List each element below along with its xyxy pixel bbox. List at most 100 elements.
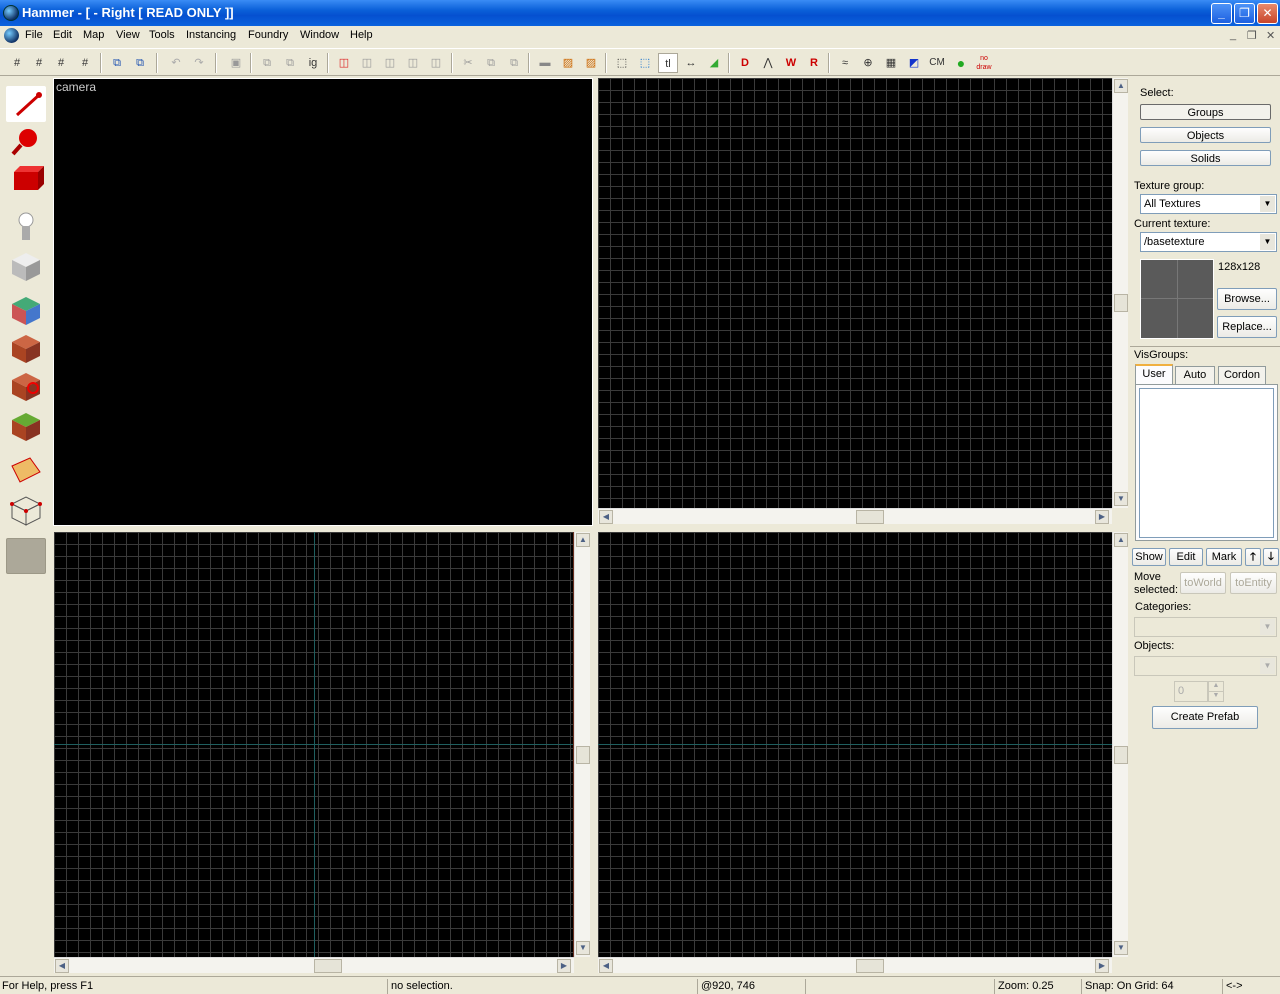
selection-tool[interactable] xyxy=(6,86,46,122)
bottom-right-2d-viewport[interactable] xyxy=(598,532,1112,957)
scroll-thumb[interactable] xyxy=(1114,294,1128,312)
scroll-up-arrow-icon[interactable]: ▲ xyxy=(1114,79,1128,93)
scroll-left-arrow-icon[interactable]: ◀ xyxy=(599,959,613,973)
mdi-restore-icon[interactable]: ❐ xyxy=(1247,29,1257,42)
current-texture-dropdown[interactable]: /basetexture ▼ xyxy=(1140,232,1277,252)
cut-icon[interactable]: ✂ xyxy=(458,53,478,73)
to-entity-button[interactable]: toEntity xyxy=(1230,572,1277,594)
close-button[interactable]: ✕ xyxy=(1257,3,1278,24)
groups-button[interactable]: Groups xyxy=(1140,104,1271,120)
grid-toggle-icon[interactable]: # xyxy=(7,53,27,73)
camera-tool[interactable] xyxy=(6,162,46,198)
align-2-icon[interactable]: ◫ xyxy=(380,53,400,73)
camera-viewport[interactable]: camera xyxy=(53,78,593,526)
grid-pattern-icon[interactable]: ▦ xyxy=(881,53,901,73)
cubes-icon[interactable]: ◩ xyxy=(904,53,924,73)
move-up-button[interactable]: 🡑 xyxy=(1245,548,1261,566)
tab-cordon[interactable]: Cordon xyxy=(1218,366,1266,385)
magnify-tool[interactable] xyxy=(6,124,46,160)
bottom-left-horizontal-scrollbar[interactable]: ◀ ▶ xyxy=(54,957,574,973)
nodraw-icon[interactable]: no draw xyxy=(974,53,994,73)
minimize-button[interactable]: _ xyxy=(1211,3,1232,24)
bottom-left-vertical-scrollbar[interactable]: ▲ ▼ xyxy=(574,532,590,957)
tab-user[interactable]: User xyxy=(1135,364,1173,385)
overlay-tool[interactable] xyxy=(6,408,46,444)
unhide-icon[interactable]: ⧉ xyxy=(280,53,300,73)
browse-button[interactable]: Browse... xyxy=(1217,288,1277,310)
menu-foundry[interactable]: Foundry xyxy=(248,29,288,41)
clipping-tool[interactable] xyxy=(6,452,46,488)
top-right-vertical-scrollbar[interactable]: ▲ ▼ xyxy=(1112,78,1128,508)
decal-tool[interactable] xyxy=(6,368,46,404)
toggle-tl-icon[interactable]: tl xyxy=(658,53,678,73)
bottom-right-horizontal-scrollbar[interactable]: ◀ ▶ xyxy=(598,957,1112,973)
vertex-tool[interactable] xyxy=(6,492,46,528)
align-icon[interactable]: ◫ xyxy=(357,53,377,73)
smaller-grid-icon[interactable]: # xyxy=(51,53,71,73)
solids-button[interactable]: Solids xyxy=(1140,150,1271,166)
texture-lock-icon[interactable]: ▬ xyxy=(535,53,555,73)
radius-icon[interactable]: R xyxy=(804,53,824,73)
align-4-icon[interactable]: ◫ xyxy=(426,53,446,73)
entity-tool[interactable] xyxy=(6,208,46,244)
scroll-thumb[interactable] xyxy=(576,746,590,764)
select-by-handles-icon[interactable]: ⬚ xyxy=(635,53,655,73)
menu-view[interactable]: View xyxy=(116,29,140,41)
scroll-thumb[interactable] xyxy=(856,510,884,524)
grid-3d-icon[interactable]: # xyxy=(29,53,49,73)
scroll-down-arrow-icon[interactable]: ▼ xyxy=(1114,492,1128,506)
scroll-right-arrow-icon[interactable]: ▶ xyxy=(557,959,571,973)
bottom-right-vertical-scrollbar[interactable]: ▲ ▼ xyxy=(1112,532,1128,957)
cubemap-icon[interactable]: CM xyxy=(927,53,947,73)
create-prefab-button[interactable]: Create Prefab xyxy=(1152,706,1258,729)
spinner-input[interactable]: 0 xyxy=(1174,681,1208,702)
top-right-2d-viewport[interactable] xyxy=(598,78,1112,508)
categories-dropdown[interactable]: ▼ xyxy=(1134,617,1277,637)
tab-auto[interactable]: Auto xyxy=(1175,366,1215,385)
larger-grid-icon[interactable]: # xyxy=(75,53,95,73)
to-world-button[interactable]: toWorld xyxy=(1180,572,1226,594)
ignore-groups-icon[interactable]: ig xyxy=(303,53,323,73)
undo-icon[interactable]: ↶ xyxy=(166,53,186,73)
scroll-thumb[interactable] xyxy=(314,959,342,973)
texture-tool[interactable] xyxy=(6,292,46,328)
menu-tools[interactable]: Tools xyxy=(149,29,175,41)
snap-selection-icon[interactable]: ◫ xyxy=(334,53,354,73)
visgroup-list[interactable] xyxy=(1139,388,1274,538)
mdi-minimize-icon[interactable]: _ xyxy=(1230,29,1236,41)
redo-icon[interactable]: ↷ xyxy=(189,53,209,73)
displacement-icon[interactable]: D xyxy=(735,53,755,73)
menu-file[interactable]: File xyxy=(25,29,43,41)
top-right-horizontal-scrollbar[interactable]: ◀ ▶ xyxy=(598,508,1112,524)
menu-instancing[interactable]: Instancing xyxy=(186,29,236,41)
world-icon[interactable]: W xyxy=(781,53,801,73)
mark-button[interactable]: Mark xyxy=(1206,548,1242,566)
cordon-icon[interactable]: ◢ xyxy=(704,53,724,73)
scroll-up-arrow-icon[interactable]: ▲ xyxy=(1114,533,1128,547)
green-leaf-icon[interactable]: ● xyxy=(951,53,971,73)
path-tool[interactable] xyxy=(6,538,46,574)
hide-icon[interactable]: ⧉ xyxy=(257,53,277,73)
nav-icon[interactable]: ≈ xyxy=(835,53,855,73)
restore-button[interactable]: ❐ xyxy=(1234,3,1255,24)
texture-group-dropdown[interactable]: All Textures ▼ xyxy=(1140,194,1277,214)
carve-icon[interactable]: ▣ xyxy=(226,53,246,73)
objects-dropdown[interactable]: ▼ xyxy=(1134,656,1277,676)
copy-icon[interactable]: ⧉ xyxy=(481,53,501,73)
scroll-down-arrow-icon[interactable]: ▼ xyxy=(1114,941,1128,955)
show-button[interactable]: Show xyxy=(1132,548,1166,566)
menu-map[interactable]: Map xyxy=(83,29,104,41)
menu-help[interactable]: Help xyxy=(350,29,373,41)
spinner-arrows[interactable]: ▲ ▼ xyxy=(1208,681,1224,702)
menu-window[interactable]: Window xyxy=(300,29,339,41)
group-icon[interactable]: ⧉ xyxy=(107,53,127,73)
models-icon[interactable]: ⋀ xyxy=(758,53,778,73)
texture-preview[interactable] xyxy=(1140,259,1214,339)
scroll-right-arrow-icon[interactable]: ▶ xyxy=(1095,959,1109,973)
objects-button[interactable]: Objects xyxy=(1140,127,1271,143)
scroll-right-arrow-icon[interactable]: ▶ xyxy=(1095,510,1109,524)
scroll-thumb[interactable] xyxy=(1114,746,1128,764)
compass-icon[interactable]: ⊕ xyxy=(858,53,878,73)
mdi-close-icon[interactable]: ✕ xyxy=(1266,29,1275,42)
scroll-left-arrow-icon[interactable]: ◀ xyxy=(599,510,613,524)
